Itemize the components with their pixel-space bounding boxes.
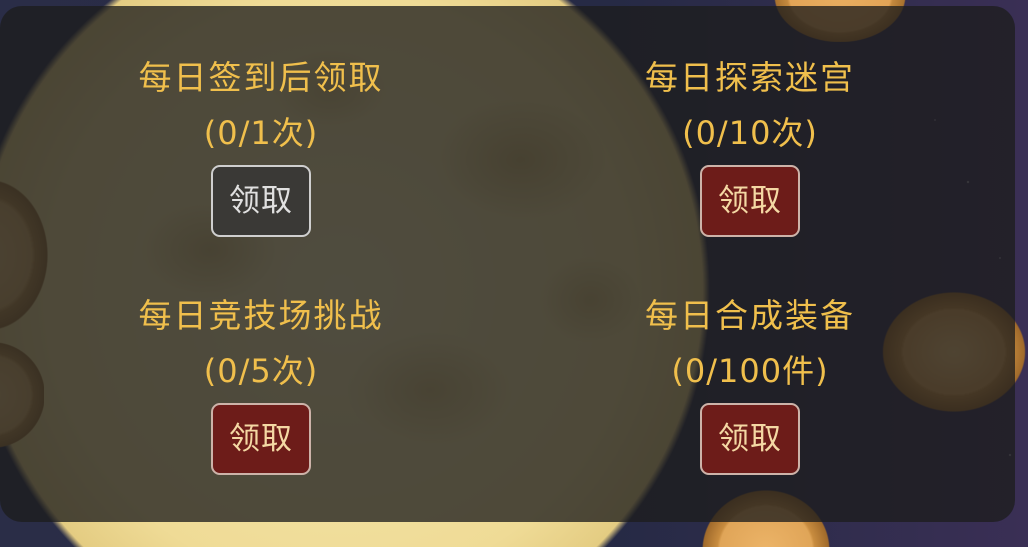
task-daily-signin: 每日签到后领取 (0/1次) 领取 — [61, 58, 461, 237]
task-explore-maze: 每日探索迷宫 (0/10次) 领取 — [550, 58, 950, 237]
task-progress: (0/10次) — [682, 114, 818, 152]
task-title: 每日合成装备 — [645, 296, 855, 335]
game-screen: 每日签到后领取 (0/1次) 领取 每日探索迷宫 (0/10次) 领取 每日竞技… — [0, 0, 1028, 547]
task-title: 每日探索迷宫 — [645, 58, 855, 97]
claim-button[interactable]: 领取 — [211, 165, 311, 237]
task-title: 每日竞技场挑战 — [138, 296, 384, 335]
task-craft-equipment: 每日合成装备 (0/100件) 领取 — [550, 296, 950, 475]
task-progress: (0/5次) — [203, 352, 319, 390]
task-title: 每日签到后领取 — [138, 58, 384, 97]
claim-button[interactable]: 领取 — [211, 403, 311, 475]
task-progress: (0/1次) — [203, 114, 319, 152]
claim-button[interactable]: 领取 — [700, 403, 800, 475]
task-arena-challenge: 每日竞技场挑战 (0/5次) 领取 — [61, 296, 461, 475]
claim-button[interactable]: 领取 — [700, 165, 800, 237]
task-progress: (0/100件) — [671, 352, 829, 390]
daily-tasks-panel: 每日签到后领取 (0/1次) 领取 每日探索迷宫 (0/10次) 领取 每日竞技… — [0, 6, 1015, 522]
